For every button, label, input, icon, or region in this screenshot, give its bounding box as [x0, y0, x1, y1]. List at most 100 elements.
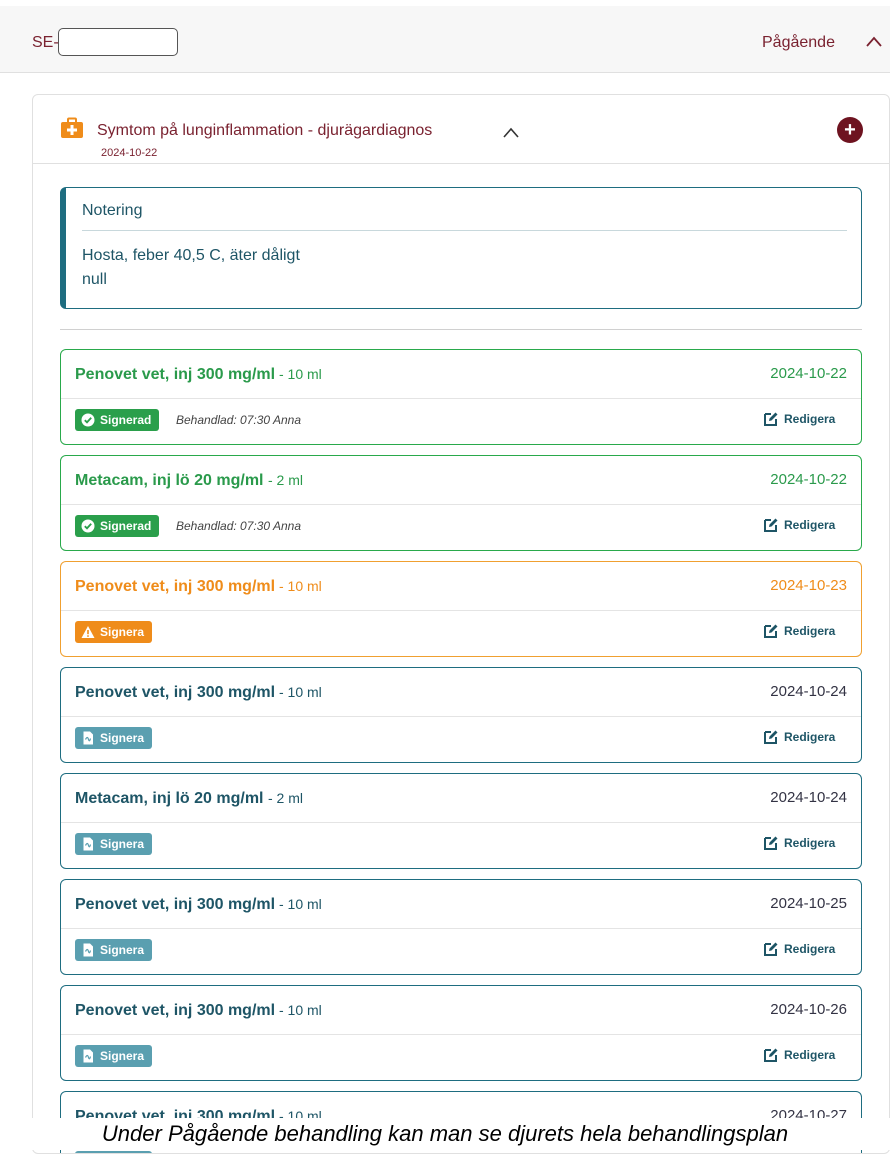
treatment-header: Metacam, inj lö 20 mg/ml - 2 ml 2024-10-22 [61, 456, 861, 505]
animal-id-field[interactable] [58, 28, 178, 56]
treatment-card[interactable]: Metacam, inj lö 20 mg/ml - 2 ml 2024-10-22… [60, 455, 862, 551]
edit-icon [764, 942, 778, 956]
chevron-up-icon[interactable] [866, 36, 882, 48]
edit-button[interactable]: Redigera [763, 623, 835, 639]
note-body: Hosta, feber 40,5 C, äter dåligt null [82, 244, 300, 292]
document-icon [83, 943, 93, 957]
treatment-card[interactable]: Penovet vet, inj 300 mg/ml - 10 ml 2024-10… [60, 985, 862, 1081]
treated-note: Behandlad: 07:30 Anna [176, 413, 301, 427]
warning-icon [81, 626, 95, 638]
badge-label: Signera [100, 1049, 145, 1063]
treatment-card[interactable]: Penovet vet, inj 300 mg/ml - 10 ml 2024-10… [60, 879, 862, 975]
note-divider [82, 230, 847, 231]
badge-label: Signerad [100, 413, 152, 427]
sign-badge[interactable]: Signera [75, 939, 153, 961]
badge-label: Signerad [100, 519, 152, 533]
treatment-header: Penovet vet, inj 300 mg/ml - 10 ml 2024-10… [61, 562, 861, 611]
treatment-card[interactable]: Penovet vet, inj 300 mg/ml - 10 ml 2024-10… [60, 561, 862, 657]
document-icon [83, 837, 93, 851]
treatment-date: 2024-10-25 [770, 895, 847, 912]
edit-label: Redigera [784, 1048, 836, 1062]
edit-icon [764, 730, 778, 744]
treatment-name: Penovet vet, inj 300 mg/ml [75, 1002, 276, 1019]
treatment-name: Penovet vet, inj 300 mg/ml [75, 684, 276, 701]
document-icon [83, 1049, 93, 1063]
edit-label: Redigera [784, 730, 836, 744]
treatment-name: Metacam, inj lö 20 mg/ml [75, 790, 264, 807]
edit-button[interactable]: Redigera [763, 835, 835, 851]
treatment-header: Metacam, inj lö 20 mg/ml - 2 ml 2024-10-24 [61, 774, 861, 823]
treatment-name: Penovet vet, inj 300 mg/ml [75, 578, 276, 595]
treatment-header: Penovet vet, inj 300 mg/ml - 10 ml 2024-10… [61, 668, 861, 717]
treatment-dose: - 10 ml [279, 684, 322, 700]
edit-icon [764, 836, 778, 850]
medkit-icon [61, 117, 83, 138]
note-line: null [82, 271, 107, 288]
edit-icon [764, 624, 778, 638]
treatment-dose: - 10 ml [279, 896, 322, 912]
treatment-date: 2024-10-22 [770, 471, 847, 488]
edit-button[interactable]: Redigera [763, 517, 835, 533]
edit-icon [764, 1048, 778, 1062]
diagnosis-title[interactable]: Symtom på lunginflammation - djurägardia… [97, 122, 432, 140]
top-bar: SE- Pågående [0, 6, 890, 73]
treatment-card[interactable]: Metacam, inj lö 20 mg/ml - 2 ml 2024-10-24… [60, 773, 862, 869]
sign-badge[interactable]: Signera [75, 833, 153, 855]
treatment-list: Penovet vet, inj 300 mg/ml - 10 ml 2024-10… [60, 349, 862, 1153]
treatment-name: Penovet vet, inj 300 mg/ml [75, 896, 276, 913]
treatment-header: Penovet vet, inj 300 mg/ml - 10 ml 2024-10… [61, 986, 861, 1035]
treatment-date: 2024-10-24 [770, 789, 847, 806]
treatment-card[interactable]: Penovet vet, inj 300 mg/ml - 10 ml 2024-10… [60, 667, 862, 763]
diagnosis-header[interactable]: Symtom på lunginflammation - djurägardia… [33, 95, 889, 164]
treatment-date: 2024-10-26 [770, 1001, 847, 1018]
diagnosis-card: Symtom på lunginflammation - djurägardia… [32, 94, 890, 1154]
diagnosis-date: 2024-10-22 [101, 147, 158, 159]
treatment-dose: - 10 ml [279, 578, 322, 594]
edit-button[interactable]: Redigera [763, 941, 835, 957]
treatment-date: 2024-10-22 [770, 365, 847, 382]
edit-button[interactable]: Redigera [763, 411, 835, 427]
check-circle-icon [81, 413, 95, 427]
edit-label: Redigera [784, 518, 836, 532]
sign-badge[interactable]: Signera [75, 621, 153, 643]
badge-label: Signera [100, 625, 145, 639]
treatment-name: Metacam, inj lö 20 mg/ml [75, 472, 264, 489]
treatment-name: Penovet vet, inj 300 mg/ml [75, 366, 276, 383]
treatment-dose: - 2 ml [268, 472, 303, 488]
add-treatment-button[interactable]: + [837, 117, 863, 143]
badge-label: Signera [100, 943, 145, 957]
edit-icon [764, 412, 778, 426]
edit-label: Redigera [784, 942, 836, 956]
edit-label: Redigera [784, 412, 836, 426]
treatment-header: Penovet vet, inj 300 mg/ml - 10 ml 2024-10… [61, 880, 861, 929]
se-prefix-label: SE- [32, 34, 59, 51]
treatment-date: 2024-10-24 [770, 683, 847, 700]
sign-badge[interactable]: Signerad [75, 515, 160, 537]
treatment-dose: - 10 ml [279, 366, 322, 382]
badge-label: Signera [100, 837, 145, 851]
note-title: Notering [82, 202, 143, 219]
document-icon [83, 731, 93, 745]
status-toggle[interactable]: Pågående [762, 34, 835, 52]
badge-label: Signera [100, 731, 145, 745]
note-line: Hosta, feber 40,5 C, äter dåligt [82, 247, 300, 264]
treatment-header: Penovet vet, inj 300 mg/ml - 10 ml 2024-10… [61, 350, 861, 399]
sign-badge[interactable]: Signerad [75, 409, 160, 431]
treatment-card[interactable]: Penovet vet, inj 300 mg/ml - 10 ml 2024-10… [60, 349, 862, 445]
check-circle-icon [81, 519, 95, 533]
edit-button[interactable]: Redigera [763, 1047, 835, 1063]
divider [60, 329, 862, 330]
edit-label: Redigera [784, 624, 836, 638]
edit-icon [764, 518, 778, 532]
plus-circle-icon: + [844, 119, 856, 141]
sign-badge[interactable]: Signera [75, 1045, 153, 1067]
treatment-date: 2024-10-23 [770, 577, 847, 594]
note-box: Notering Hosta, feber 40,5 C, äter dålig… [60, 187, 862, 309]
caption: Under Pågående behandling kan man se dju… [0, 1118, 890, 1150]
sign-badge[interactable]: Signera [75, 727, 153, 749]
edit-button[interactable]: Redigera [763, 729, 835, 745]
treatment-dose: - 2 ml [268, 790, 303, 806]
treatment-dose: - 10 ml [279, 1002, 322, 1018]
chevron-up-icon[interactable] [503, 127, 519, 139]
treated-note: Behandlad: 07:30 Anna [176, 519, 301, 533]
